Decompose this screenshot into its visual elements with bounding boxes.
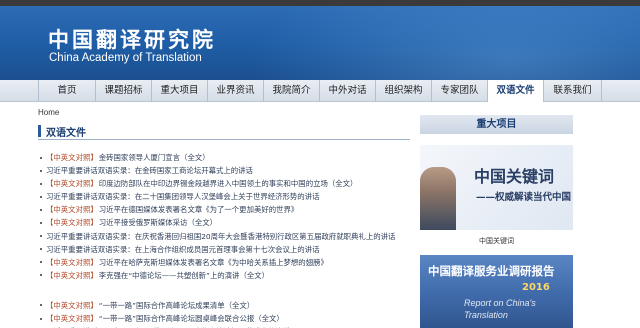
report-banner[interactable]: 中国翻译服务业调研报告 2016 Report on China's Trans… <box>420 255 573 328</box>
section-header: 双语文件 <box>38 122 410 140</box>
article-link[interactable]: 【中英文对照】 印度边防部队在中印边界锡金段越界进入中国领土的事实和中国的立场（全… <box>40 177 418 190</box>
site-header: 中国翻译研究院 China Academy of Translation <box>0 0 640 80</box>
article-tag: 【中英文对照】 <box>46 257 98 267</box>
nav-bar: 首页 课题招标 重大项目 业界资讯 我院简介 中外对话 组织架构 专家团队 双语文件 联系我们 <box>38 80 602 102</box>
article-link[interactable]: 【中英文对照】 “一带一路”国际合作高峰论坛成果清单（全文） <box>40 299 418 312</box>
nav-item[interactable]: 中外对话 <box>320 80 376 102</box>
article-tag: 【中英文对照】 <box>46 153 98 162</box>
banner-subtitle: ——权威解读当代中国 <box>476 192 572 203</box>
report-title: 中国翻译服务业调研报告 <box>428 264 555 278</box>
article-link[interactable]: 习近平重要讲话双语实录：在庆祝香港回归祖国20周年大会暨香港特别行政区第五届政府… <box>40 230 418 243</box>
breadcrumb[interactable]: Home <box>38 108 59 117</box>
bullet-icon <box>40 169 42 172</box>
article-title: “一带一路”国际合作高峰论坛成果清单（全文） <box>98 300 255 310</box>
report-english-line2: Translation <box>464 310 508 320</box>
person-photo <box>420 167 456 230</box>
bullet-icon <box>40 261 42 264</box>
site-logo-subtitle: China Academy of Translation <box>49 52 202 64</box>
page-title: 双语文件 <box>46 128 86 139</box>
article-tag: 【中英文对照】 <box>46 218 98 228</box>
article-link[interactable]: 习近平重要讲话双语实录：在金砖国家工商论坛开幕式上的讲话 <box>40 164 418 177</box>
bullet-icon <box>40 222 42 225</box>
nav-item[interactable]: 业界资讯 <box>208 80 264 102</box>
article-title: 金砖国家领导人厦门宣言（全文） <box>98 153 210 162</box>
nav-item[interactable]: 课题招标 <box>96 80 152 102</box>
article-link[interactable]: 【中英文对照】 习近平在哈萨克斯坦媒体发表署名文章《为中哈关系插上梦想的翅膀》 <box>40 256 418 269</box>
article-link[interactable]: 【中英文对照】 金砖国家领导人厦门宣言（全文） <box>40 151 418 164</box>
bullet-icon <box>40 317 42 320</box>
article-title: “一带一路”国际合作高峰论坛圆桌峰会联合公报（全文） <box>98 314 284 324</box>
keywords-banner[interactable]: 中国关键词 ——权威解读当代中国 <box>420 145 573 230</box>
article-tag: 【中英文对照】 <box>46 300 98 310</box>
bullet-icon <box>40 235 42 238</box>
bullet-icon <box>40 208 42 211</box>
section-accent-bar <box>38 125 41 137</box>
nav-item[interactable]: 首页 <box>38 80 96 102</box>
article-title: 习近平重要讲话双语实录：在上海合作组织成员国元首理事会第十七次会议上的讲话 <box>46 244 320 254</box>
nav-item[interactable]: 重大项目 <box>152 80 208 102</box>
article-link[interactable]: 【中英文对照】 “一带一路”国际合作高峰论坛圆桌峰会联合公报（全文） <box>40 312 418 325</box>
article-tag: 【中英文对照】 <box>46 179 98 189</box>
bullet-icon <box>40 156 42 159</box>
report-english-title: Report on China's Translation <box>464 297 536 321</box>
report-english-line1: Report on China's <box>464 298 536 308</box>
bullet-icon <box>40 182 42 185</box>
article-tag: 【中英文对照】 <box>46 205 98 215</box>
bullet-icon <box>40 304 42 307</box>
article-link[interactable]: 习近平重要讲话双语实录：在上海合作组织成员国元首理事会第十七次会议上的讲话 <box>40 243 418 256</box>
article-title: 印度边防部队在中印边界锡金段越界进入中国领土的事实和中国的立场（全文） <box>98 179 358 189</box>
article-link[interactable]: 习近平重要讲话双语实录：在二十国集团领导人汉堡峰会上关于世界经济形势的讲话 <box>40 190 418 203</box>
bullet-icon <box>40 195 42 198</box>
sidebar-heading: 重大项目 <box>420 115 573 134</box>
banner-title: 中国关键词 <box>474 167 555 186</box>
bullet-icon <box>40 274 42 277</box>
nav-item[interactable]: 联系我们 <box>544 80 602 102</box>
nav-item[interactable]: 组织架构 <box>376 80 432 102</box>
bullet-icon <box>40 248 42 251</box>
main-nav: 首页 课题招标 重大项目 业界资讯 我院简介 中外对话 组织架构 专家团队 双语文件 联系我们 <box>0 80 640 102</box>
article-title: 李克强在“中德论坛——共塑创新”上的演讲（全文） <box>98 270 270 280</box>
article-title: 习近平重要讲话双语实录：在二十国集团领导人汉堡峰会上关于世界经济形势的讲话 <box>46 192 320 202</box>
article-link[interactable]: 【中英文对照】 李克强在“中德论坛——共塑创新”上的演讲（全文） <box>40 269 418 282</box>
article-list: 【中英文对照】 金砖国家领导人厦门宣言（全文） 习近平重要讲话双语实录：在金砖国家工… <box>40 151 418 328</box>
article-title: 习近平在哈萨克斯坦媒体发表署名文章《为中哈关系插上梦想的翅膀》 <box>98 257 328 267</box>
article-title: 习近平在德国媒体发表署名文章《为了一个更加美好的世界》 <box>98 205 299 215</box>
article-link[interactable]: 【中英文对照】 习近平接受俄罗斯媒体采访（全文） <box>40 216 418 229</box>
article-tag: 【中英文对照】 <box>46 314 98 324</box>
nav-item[interactable]: 双语文件 <box>488 80 544 102</box>
article-title: 习近平接受俄罗斯媒体采访（全文） <box>98 218 218 228</box>
article-tag: 【中英文对照】 <box>46 270 98 280</box>
article-title: 习近平重要讲话双语实录：在金砖国家工商论坛开幕式上的讲话 <box>46 166 253 176</box>
nav-item[interactable]: 专家团队 <box>432 80 488 102</box>
report-year: 2016 <box>522 282 550 293</box>
article-link[interactable]: 【中英文对照】 习近平在德国媒体发表署名文章《为了一个更加美好的世界》 <box>40 203 418 216</box>
site-logo-title[interactable]: 中国翻译研究院 <box>48 24 216 54</box>
article-title: 习近平重要讲话双语实录：在庆祝香港回归祖国20周年大会暨香港特别行政区第五届政府… <box>46 231 396 241</box>
banner-caption[interactable]: 中国关键词 <box>420 236 573 246</box>
nav-item[interactable]: 我院简介 <box>264 80 320 102</box>
